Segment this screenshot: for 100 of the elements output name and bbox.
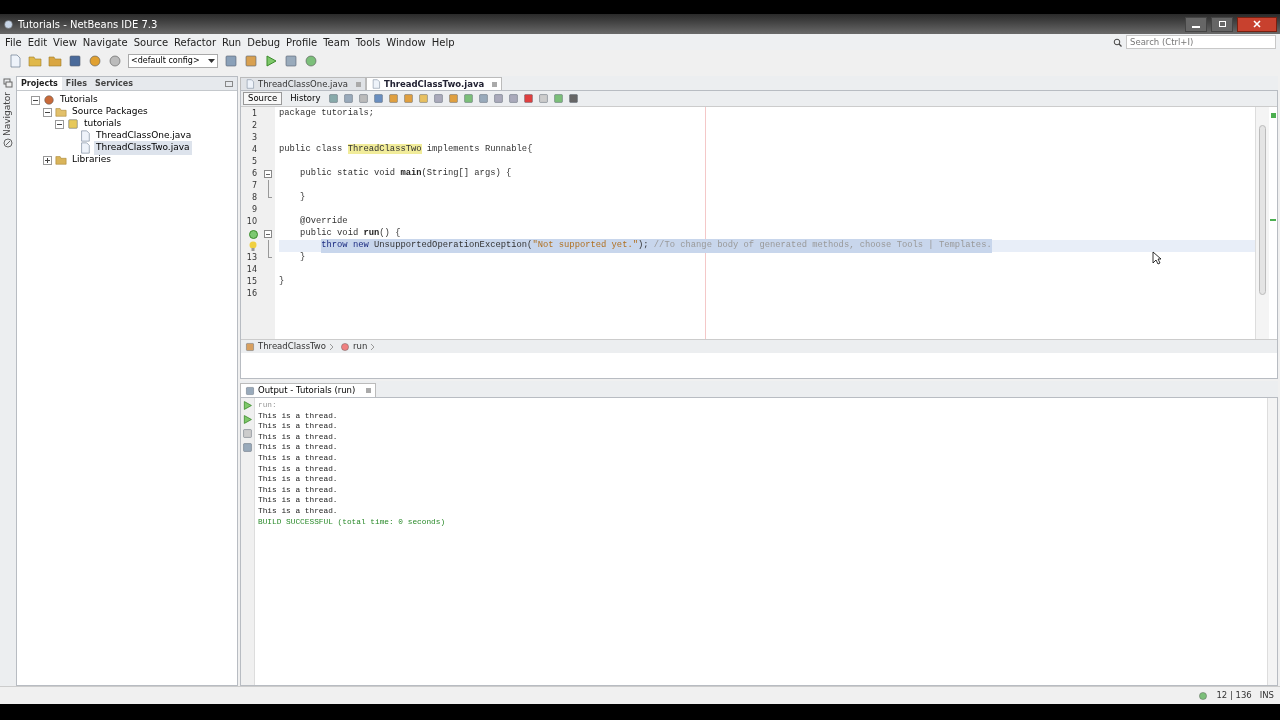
fold-icon[interactable] — [264, 230, 272, 238]
editor-tool-icon[interactable] — [448, 93, 460, 104]
menu-item[interactable]: Team — [320, 34, 353, 50]
open-project-icon[interactable] — [48, 54, 62, 68]
java-file-icon — [79, 142, 91, 154]
panel-tab[interactable]: Files — [61, 77, 91, 90]
line-number: 4 — [250, 144, 257, 156]
menu-item[interactable]: Run — [219, 34, 245, 50]
editor-tool-icon[interactable] — [463, 93, 475, 104]
panel-tab[interactable]: Services — [90, 77, 201, 90]
close-button[interactable] — [1237, 16, 1277, 32]
search-icon — [1113, 37, 1123, 47]
menu-item[interactable]: Profile — [283, 34, 321, 50]
tree-item[interactable]: Tutorials — [58, 93, 100, 107]
menu-item[interactable]: Window — [383, 34, 429, 50]
method-icon — [340, 341, 351, 352]
window-title: Tutorials - NetBeans IDE 7.3 — [18, 17, 158, 32]
editor-tool-icon[interactable] — [403, 93, 415, 104]
menu-item[interactable]: File — [2, 34, 25, 50]
stop-icon[interactable] — [242, 428, 253, 439]
editor-tool-icon[interactable] — [418, 93, 430, 104]
code-line: } — [299, 191, 306, 205]
new-file-icon[interactable] — [8, 54, 22, 68]
minimize-button[interactable] — [1185, 16, 1207, 32]
compass-icon — [3, 138, 13, 149]
editor-tool-icon[interactable] — [493, 93, 505, 104]
line-number: 5 — [250, 156, 257, 168]
breadcrumb-item[interactable]: run — [353, 340, 368, 353]
app-icon — [3, 18, 14, 30]
folder-icon — [55, 106, 67, 118]
close-icon — [1253, 20, 1261, 28]
menu-item[interactable]: Tools — [352, 34, 384, 50]
panel-tab[interactable]: Projects — [17, 77, 62, 90]
search-field[interactable]: Search (Ctrl+I) — [1126, 35, 1276, 49]
minimize-panel-icon[interactable] — [225, 80, 233, 87]
insert-mode: INS — [1259, 689, 1274, 702]
maximize-button[interactable] — [1211, 16, 1233, 32]
editor-tab[interactable]: ThreadClassOne.java — [240, 77, 366, 90]
line-number: 13 — [245, 252, 257, 264]
fold-icon[interactable] — [264, 170, 272, 178]
menu-item[interactable]: Edit — [24, 34, 51, 50]
line-number: 10 — [245, 216, 257, 228]
close-tab-icon[interactable] — [355, 81, 361, 87]
menu-item[interactable]: Refactor — [171, 34, 219, 50]
error-stripe-mark — [1270, 219, 1276, 221]
expand-icon[interactable] — [43, 155, 52, 165]
code-line: package tutorials; — [279, 107, 375, 121]
mouse-cursor-icon — [1152, 251, 1162, 265]
tree-item[interactable]: ThreadClassTwo.java — [94, 141, 192, 155]
line-number: 3 — [250, 132, 257, 144]
code-line: public class ThreadClassTwo implements Runnable{ — [279, 143, 533, 157]
menu-item[interactable]: View — [50, 34, 80, 50]
lightbulb-icon[interactable] — [249, 241, 257, 251]
editor-mode-tab[interactable]: History — [286, 92, 325, 105]
menu-item[interactable]: Source — [130, 34, 172, 50]
editor-tool-icon[interactable] — [508, 93, 520, 104]
tree-item[interactable]: tutorials — [82, 117, 124, 131]
line-number: 14 — [245, 264, 257, 276]
editor-tool-icon[interactable] — [478, 93, 490, 104]
editor-tool-icon[interactable] — [553, 93, 565, 104]
caret-position: 12 | 136 — [1216, 689, 1252, 702]
tree-item[interactable]: Source Packages — [70, 105, 150, 119]
line-number: 8 — [250, 192, 257, 204]
editor-tool-icon[interactable] — [328, 93, 340, 104]
editor-tool-icon[interactable] — [373, 93, 385, 104]
rerun-icon[interactable] — [242, 400, 253, 411]
menu-item[interactable]: Help — [428, 34, 458, 50]
notification-icon[interactable] — [1198, 690, 1209, 701]
config-dropdown[interactable]: <default config> — [128, 54, 218, 68]
scrollbar-thumb[interactable] — [1259, 125, 1266, 295]
output-tab[interactable]: Output - Tutorials (run) — [240, 383, 377, 397]
close-tab-icon[interactable] — [492, 81, 498, 87]
new-project-icon[interactable] — [28, 54, 42, 68]
editor-tab[interactable]: ThreadClassTwo.java — [365, 77, 503, 90]
editor-tool-icon[interactable] — [568, 93, 580, 104]
code-line: } — [279, 275, 285, 289]
rerun-options-icon[interactable] — [242, 414, 253, 425]
window-icon[interactable] — [3, 78, 13, 88]
menu-item[interactable]: Navigate — [79, 34, 131, 50]
editor-tool-icon[interactable] — [433, 93, 445, 104]
run-icon[interactable] — [264, 54, 278, 68]
collapse-icon[interactable] — [31, 95, 40, 105]
editor-tool-icon[interactable] — [358, 93, 370, 104]
editor-tool-icon[interactable] — [343, 93, 355, 104]
collapse-icon[interactable] — [43, 107, 52, 117]
tree-item[interactable]: ThreadClassOne.java — [94, 129, 194, 143]
menu-item[interactable]: Debug — [244, 34, 284, 50]
editor-tool-icon[interactable] — [388, 93, 400, 104]
code-line: public void run() { — [299, 227, 401, 240]
close-tab-icon[interactable] — [366, 388, 372, 393]
navigator-tab[interactable]: Navigator — [1, 92, 15, 137]
editor-tool-icon[interactable] — [523, 93, 535, 104]
editor-mode-tab[interactable]: Source — [243, 92, 283, 105]
dropdown-arrow-icon — [208, 59, 215, 63]
line-number: 1 — [250, 108, 257, 120]
tree-item[interactable]: Libraries — [70, 153, 113, 167]
collapse-icon[interactable] — [55, 119, 64, 129]
line-number: 9 — [250, 204, 257, 216]
editor-tool-icon[interactable] — [538, 93, 550, 104]
breadcrumb-item[interactable]: ThreadClassTwo — [258, 340, 327, 353]
